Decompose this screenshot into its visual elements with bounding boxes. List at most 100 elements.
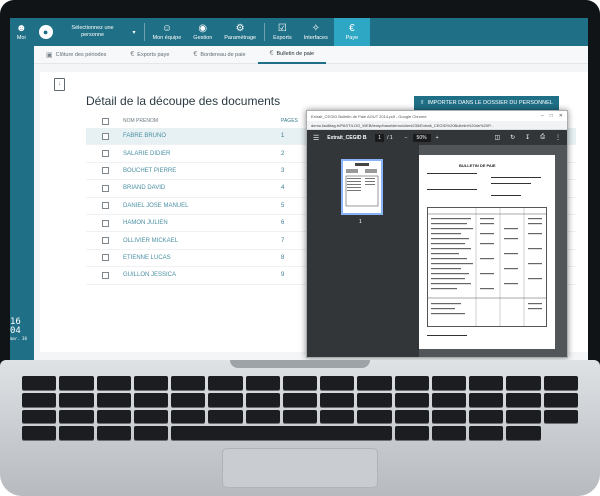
close-icon[interactable]: ✕ xyxy=(559,113,563,119)
tab-label: Exports paye xyxy=(137,51,170,58)
tab-label: Clôture des périodes xyxy=(55,51,107,58)
nav-exports[interactable]: ☑ Exports xyxy=(267,18,298,46)
pdf-window-title: Extrait_CEGID Bulletin de Paie AOUT 2014… xyxy=(311,113,427,119)
side-clock-time: 16 04 xyxy=(10,317,21,336)
zoom-level-input[interactable]: 50% xyxy=(412,133,431,142)
fit-page-icon[interactable]: ◫ xyxy=(494,134,500,141)
euro-icon: € xyxy=(349,22,355,34)
zoom-out-icon[interactable]: − xyxy=(405,135,408,141)
thumbnail-page-number: 1 xyxy=(359,219,362,225)
tab-bulletin-paie[interactable]: € Bulletin de paie xyxy=(257,46,327,64)
pdf-viewer-window: Extrait_CEGID Bulletin de Paie AOUT 2014… xyxy=(306,110,568,358)
payslip-table-graphic xyxy=(427,207,547,327)
person-selector[interactable]: ● Sélectionnez une personne ▾ xyxy=(33,18,142,46)
pdf-url-bar[interactable]: demo.facilitag.fr/PASTILOG_WEB/temp/base… xyxy=(307,121,567,130)
nav-label: Paye xyxy=(345,34,359,41)
user-avatar-icon: ● xyxy=(38,25,53,39)
nav-moi[interactable]: ☻ Moi xyxy=(10,18,33,46)
more-options-icon[interactable]: ⋮ xyxy=(555,134,561,141)
import-to-personnel-file-button[interactable]: ⇧ IMPORTER DANS LE DOSSIER DU PERSONNEL xyxy=(414,96,559,110)
employee-name: OLLIVIER MICKAEL xyxy=(123,237,179,244)
nav-label: Exports xyxy=(273,34,292,41)
nav-label: Moi xyxy=(16,34,26,41)
row-checkbox[interactable] xyxy=(102,254,109,262)
person-icon: ☻ xyxy=(16,22,27,34)
laptop-trackpad xyxy=(222,448,378,488)
side-strip xyxy=(10,46,34,360)
row-checkbox[interactable] xyxy=(102,237,109,245)
pdf-url: demo.facilitag.fr/PASTILOG_WEB/temp/base… xyxy=(311,122,494,128)
page-title: Détail de la découpe des documents xyxy=(86,94,281,108)
print-icon[interactable]: ⎙ xyxy=(540,134,545,141)
tab-label: Bordereau de paie xyxy=(200,51,246,58)
person-select-label: Sélectionnez une personne xyxy=(71,25,114,38)
sub-tabs: ▣ Clôture des périodes € Exports paye € … xyxy=(34,46,588,64)
payslip-rule xyxy=(491,177,541,178)
employee-name: DANIEL JOSE MANUEL xyxy=(123,202,189,209)
page-thumbnail[interactable] xyxy=(341,159,383,215)
row-checkbox[interactable] xyxy=(102,184,109,192)
export-icon: ☑ xyxy=(277,22,287,34)
chevron-down-icon: ▾ xyxy=(132,29,136,36)
tab-exports-paye[interactable]: € Exports paye xyxy=(118,46,181,64)
pdf-window-titlebar[interactable]: Extrait_CEGID Bulletin de Paie AOUT 2014… xyxy=(307,111,567,121)
payslip-rule xyxy=(491,183,531,184)
side-clock-date: mar. 30 xyxy=(10,336,27,341)
menu-icon[interactable]: ☰ xyxy=(313,134,319,142)
app-screen: ☻ Moi ● Sélectionnez une personne ▾ ☺ Mo… xyxy=(10,18,588,360)
puzzle-icon: ✧ xyxy=(311,22,320,34)
euro-icon: € xyxy=(269,50,274,57)
side-clock: 16 04 mar. 30 xyxy=(10,317,34,342)
row-checkbox[interactable] xyxy=(102,167,109,175)
lock-icon: ▣ xyxy=(46,51,53,59)
pdf-body: 1 BULLETIN DE PAIE xyxy=(307,145,567,357)
pdf-toolbar-actions: ◫ ↻ ↧ ⎙ ⋮ xyxy=(494,134,561,141)
rotate-icon[interactable]: ↻ xyxy=(510,134,515,141)
payslip-rule xyxy=(427,189,477,190)
nav-divider xyxy=(264,23,266,41)
nav-label: Interfaces xyxy=(303,34,328,41)
upload-icon: ⇧ xyxy=(420,100,425,106)
nav-gestion[interactable]: ◉ Gestion xyxy=(187,18,218,46)
payslip-rule xyxy=(427,173,477,174)
payslip-rule xyxy=(427,335,467,336)
row-checkbox[interactable] xyxy=(102,132,109,140)
nav-parametrage[interactable]: ⚙ Paramétrage xyxy=(218,18,262,46)
payslip-heading: BULLETIN DE PAIE xyxy=(459,163,496,168)
zoom-controls: − 50% + xyxy=(405,133,439,142)
page-total: / 1 xyxy=(387,134,393,141)
nav-label: Gestion xyxy=(193,34,213,41)
document-icon[interactable]: ↓ xyxy=(54,78,65,91)
pdf-page: BULLETIN DE PAIE xyxy=(419,155,555,349)
nav-paye[interactable]: € Paye xyxy=(333,18,370,46)
select-all-checkbox[interactable] xyxy=(102,117,109,125)
row-checkbox[interactable] xyxy=(102,271,109,279)
employee-name: SALARIE DIDIER xyxy=(123,150,171,157)
team-icon: ☺ xyxy=(161,22,173,34)
nav-divider xyxy=(143,23,145,41)
download-icon[interactable]: ↧ xyxy=(525,134,530,141)
zoom-in-icon[interactable]: + xyxy=(436,135,439,141)
row-checkbox[interactable] xyxy=(102,202,109,210)
employee-name: BOUCHET PIERRE xyxy=(123,167,177,174)
minimize-icon[interactable]: – xyxy=(541,113,544,119)
left-panel: ↓ xyxy=(40,72,76,352)
page-number-input[interactable]: 1 xyxy=(375,133,385,142)
nav-interfaces[interactable]: ✧ Interfaces xyxy=(298,18,334,46)
employee-name: FABRE BRUNO xyxy=(123,133,167,140)
row-checkbox[interactable] xyxy=(102,150,109,158)
nav-mon-equipe[interactable]: ☺ Mon équipe xyxy=(147,18,188,46)
top-navigation: ☻ Moi ● Sélectionnez une personne ▾ ☺ Mo… xyxy=(10,18,588,46)
employee-name: ETIENNE LUCAS xyxy=(123,254,171,261)
employee-name: HAMON JULIEN xyxy=(123,220,168,227)
import-button-label: IMPORTER DANS LE DOSSIER DU PERSONNEL xyxy=(427,100,553,106)
maximize-icon[interactable]: □ xyxy=(550,113,553,119)
nav-label: Paramétrage xyxy=(224,34,257,41)
tab-bordereau-paie[interactable]: € Bordereau de paie xyxy=(181,46,257,64)
laptop-keyboard xyxy=(22,376,578,440)
column-header-name: NOM PRENOM xyxy=(123,118,158,124)
tab-cloture-periodes[interactable]: ▣ Clôture des périodes xyxy=(34,46,118,64)
row-checkbox[interactable] xyxy=(102,219,109,227)
pdf-thumbnail-sidebar: 1 xyxy=(307,145,419,357)
gear-icon: ⚙ xyxy=(235,22,245,34)
